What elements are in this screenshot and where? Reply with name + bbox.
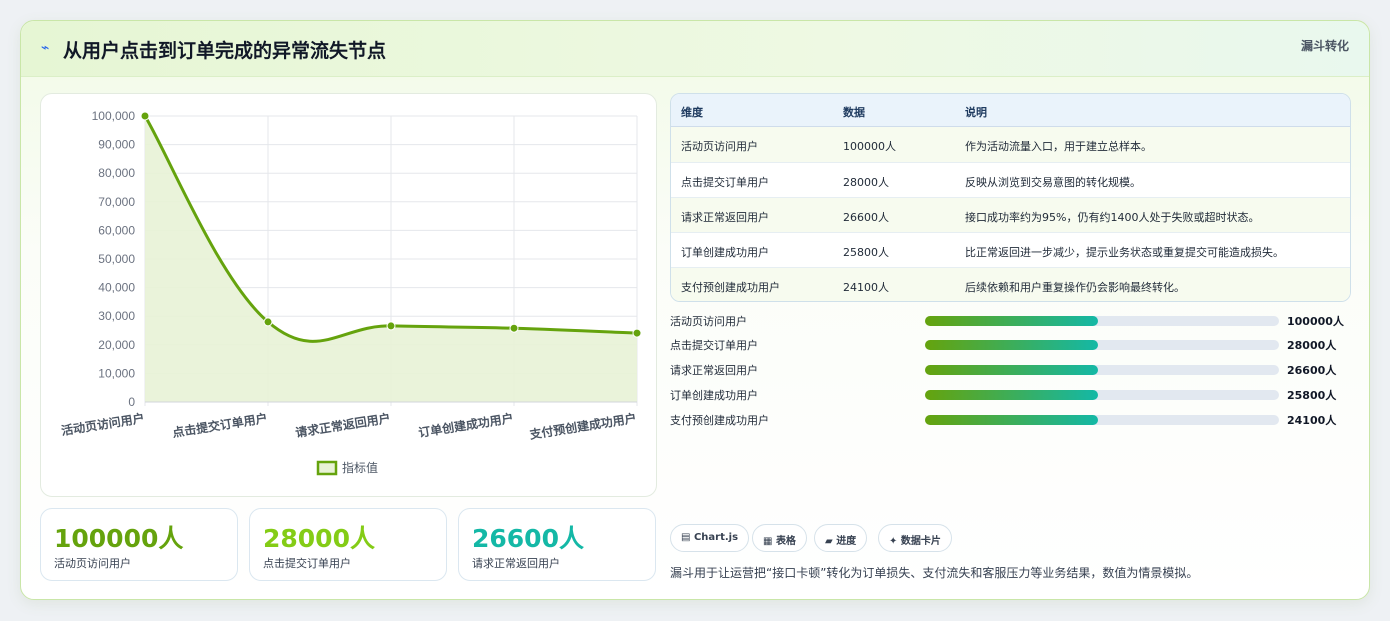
x-tick-label: 订单创建成功用户: [417, 410, 514, 440]
table-cell: 100000人: [843, 140, 896, 153]
progress-fill: [925, 415, 1099, 425]
progress-icon: ▰: [825, 536, 833, 547]
card-title: 从用户点击到订单完成的异常流失节点: [63, 40, 387, 62]
table-cell: 后续依赖和用户重复操作仍会影响最终转化。: [965, 281, 1185, 294]
progress-value: 100000人: [1287, 315, 1344, 328]
kpi-card: 26600人 请求正常返回用户: [458, 508, 656, 581]
progress-row: 订单创建成功用户 25800人: [670, 385, 1360, 405]
x-tick-label: 请求正常返回用户: [294, 410, 391, 440]
progress-label: 活动页访问用户: [670, 315, 747, 328]
table-cell: 活动页访问用户: [681, 140, 758, 153]
progress-label: 支付预创建成功用户: [670, 414, 769, 427]
y-tick-label: 30,000: [98, 309, 135, 323]
chip-progress[interactable]: ▰ 进度: [814, 524, 868, 552]
table-cell: 24100人: [843, 281, 889, 294]
x-tick-label: 活动页访问用户: [60, 410, 145, 438]
kpi-label: 点击提交订单用户: [263, 557, 351, 570]
y-tick-label: 70,000: [98, 195, 135, 209]
progress-track: [925, 415, 1279, 425]
chip-chartjs[interactable]: ▤ Chart.js: [670, 524, 750, 552]
data-point: [386, 321, 396, 331]
table-header-cell: 说明: [965, 106, 987, 119]
line-chart-svg: 100,000 90,000 80,000 70,000 60,000 50,000 40,…: [60, 109, 642, 476]
table-cell: 作为活动流量入口，用于建立总样本。: [965, 140, 1152, 153]
progress-fill: [925, 365, 1099, 375]
progress-value: 26600人: [1287, 364, 1337, 377]
progress-track: [925, 390, 1279, 400]
kpi-value: 26600人: [472, 524, 584, 553]
progress-value: 28000人: [1287, 339, 1337, 352]
table-cell: 订单创建成功用户: [681, 246, 769, 259]
progress-row: 活动页访问用户 100000人: [670, 311, 1360, 331]
data-table: 维度 数据 说明 活动页访问用户 100000人 作为活动流量入口，用于建立总样…: [670, 93, 1351, 302]
table-cell: 支付预创建成功用户: [681, 281, 780, 294]
progress-value: 25800人: [1287, 389, 1337, 402]
kpi-value: 28000人: [263, 524, 375, 553]
kpi-label: 活动页访问用户: [54, 557, 131, 570]
progress-label: 请求正常返回用户: [670, 364, 758, 377]
progress-row: 支付预创建成功用户 24100人: [670, 410, 1360, 430]
y-tick-label: 100,000: [92, 109, 136, 123]
legend-swatch: [316, 460, 338, 476]
chart-line-icon: ⌁: [41, 40, 50, 56]
data-point: [509, 323, 519, 333]
progress-value: 24100人: [1287, 414, 1337, 427]
data-point: [140, 111, 150, 121]
progress-fill: [925, 340, 1099, 350]
progress-row: 请求正常返回用户 26600人: [670, 360, 1360, 380]
y-tick-label: 40,000: [98, 281, 135, 295]
table-icon: ▦: [763, 536, 773, 547]
legend-label: 指标值: [342, 460, 378, 475]
chart-icon: ▤: [681, 532, 691, 543]
progress-track: [925, 340, 1279, 350]
table-row: 订单创建成功用户 25800人 比正常返回进一步减少，提示业务状态或重复提交可能…: [671, 232, 1350, 267]
table-row: 点击提交订单用户 28000人 反映从浏览到交易意图的转化规模。: [671, 162, 1350, 197]
data-card-icon: ✦: [889, 536, 898, 547]
progress-row: 点击提交订单用户 28000人: [670, 335, 1360, 355]
table-cell: 接口成功率约为95%，仍有约1400人处于失败或超时状态。: [965, 211, 1260, 224]
kpi-card: 28000人 点击提交订单用户: [249, 508, 447, 581]
table-cell: 28000人: [843, 176, 889, 189]
table-cell: 26600人: [843, 211, 889, 224]
table-header-row: 维度 数据 说明: [671, 94, 1350, 127]
category-tag: 漏斗转化: [1300, 39, 1349, 53]
progress-fill: [925, 390, 1099, 400]
table-cell: 点击提交订单用户: [681, 176, 769, 189]
progress-label: 订单创建成功用户: [670, 389, 758, 402]
table-cell: 请求正常返回用户: [681, 211, 769, 224]
table-header-cell: 维度: [681, 106, 703, 119]
x-tick-label: 支付预创建成功用户: [527, 410, 637, 442]
progress-fill: [925, 316, 1099, 326]
progress-track: [925, 316, 1279, 326]
y-tick-label: 60,000: [98, 223, 135, 237]
table-row: 支付预创建成功用户 24100人 后续依赖和用户重复操作仍会影响最终转化。: [671, 267, 1350, 301]
footnote: 漏斗用于让运营把“接口卡顿”转化为订单损失、支付流失和客服压力等业务结果，数值为…: [670, 566, 1199, 580]
table-row: 请求正常返回用户 26600人 接口成功率约为95%，仍有约1400人处于失败或…: [671, 197, 1350, 232]
table-header-cell: 数据: [843, 106, 865, 119]
y-tick-label: 10,000: [98, 366, 135, 380]
data-point: [263, 317, 273, 327]
funnel-card: ⌁ 从用户点击到订单完成的异常流失节点 漏斗转化 100,000 90,000 80…: [20, 20, 1370, 600]
y-tick-label: 90,000: [98, 138, 135, 152]
kpi-label: 请求正常返回用户: [472, 557, 560, 570]
table-cell: 反映从浏览到交易意图的转化规模。: [965, 176, 1141, 189]
table-cell: 25800人: [843, 246, 889, 259]
table-cell: 比正常返回进一步减少，提示业务状态或重复提交可能造成损失。: [965, 246, 1284, 259]
y-tick-label: 20,000: [98, 338, 135, 352]
x-tick-label: 点击提交订单用户: [171, 410, 268, 440]
kpi-value: 100000人: [54, 524, 184, 553]
chip-table[interactable]: ▦ 表格: [752, 524, 807, 552]
y-tick-label: 50,000: [98, 252, 135, 266]
chip-data-card[interactable]: ✦ 数据卡片: [878, 524, 952, 552]
data-point: [632, 328, 642, 338]
table-row: 活动页访问用户 100000人 作为活动流量入口，用于建立总样本。: [671, 127, 1350, 162]
line-chart: 100,000 90,000 80,000 70,000 60,000 50,000 40,…: [40, 93, 657, 497]
progress-label: 点击提交订单用户: [670, 339, 758, 352]
kpi-card: 100000人 活动页访问用户: [40, 508, 238, 581]
card-header: ⌁ 从用户点击到订单完成的异常流失节点 漏斗转化: [21, 21, 1369, 77]
y-tick-label: 80,000: [98, 166, 135, 180]
y-tick-label: 0: [128, 395, 135, 409]
progress-track: [925, 365, 1279, 375]
